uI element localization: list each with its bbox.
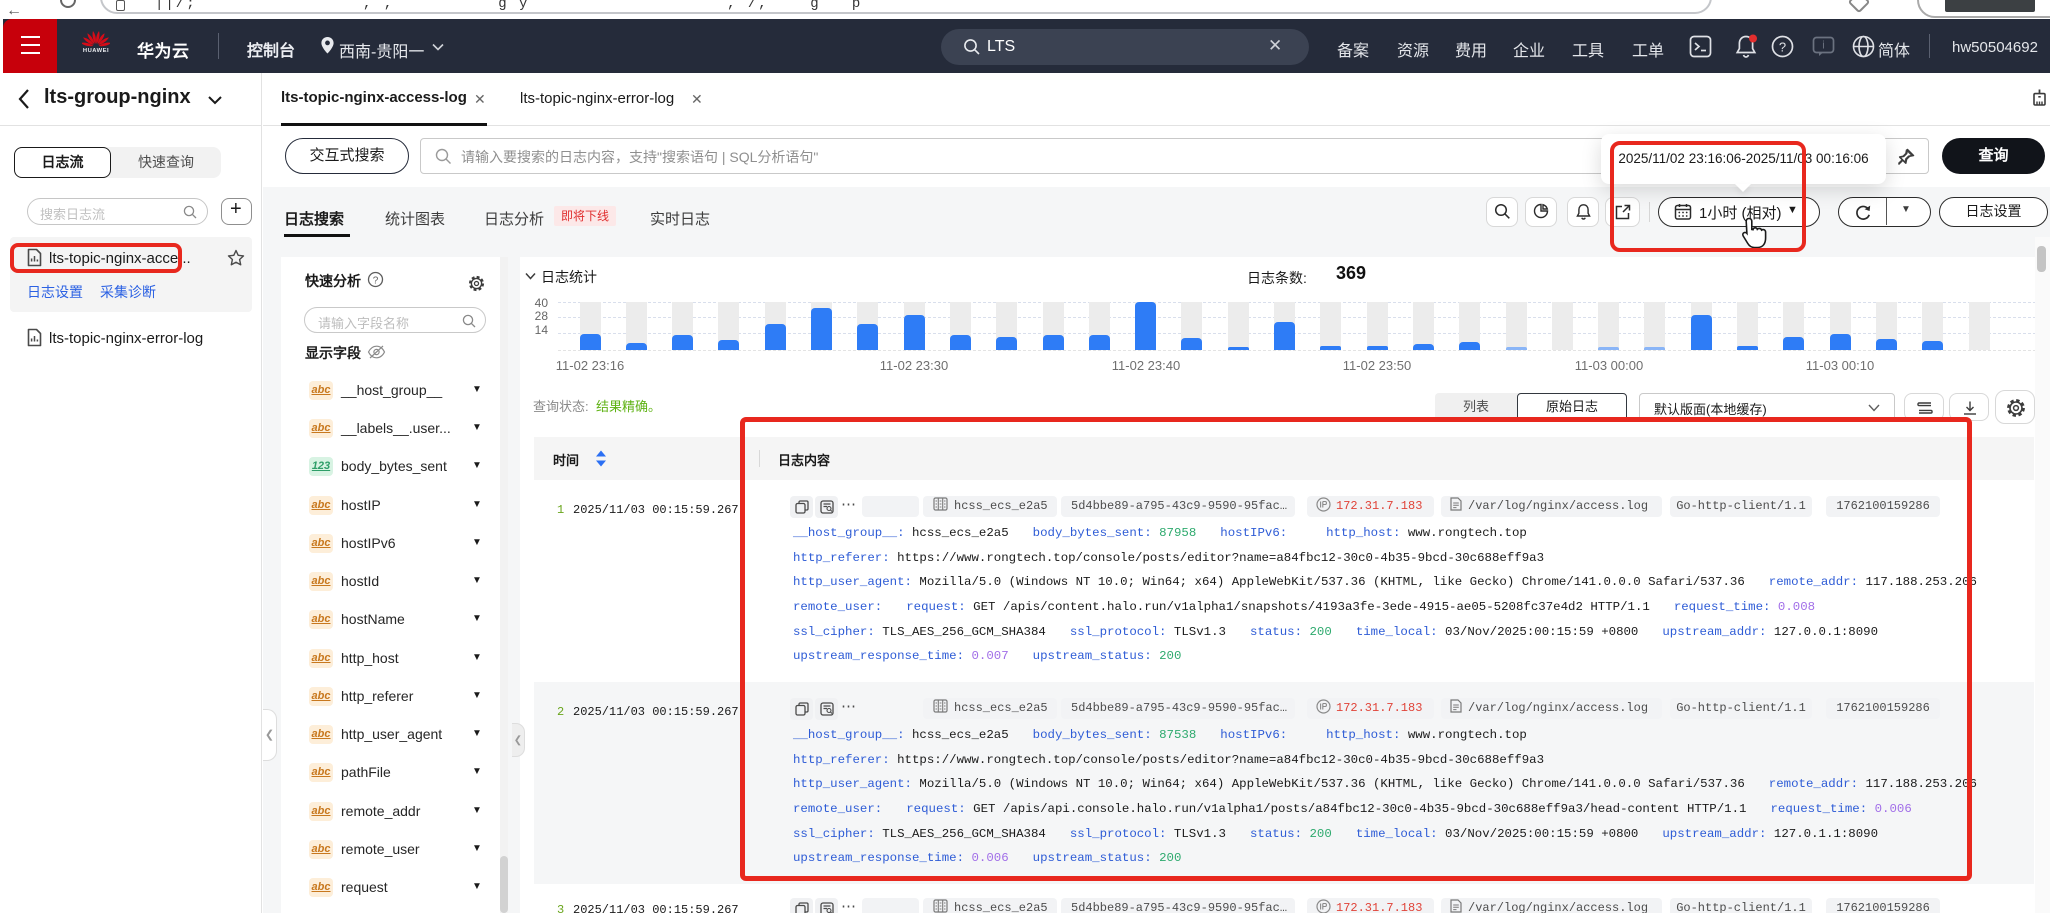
- svg-text:?: ?: [1779, 40, 1786, 55]
- svg-text:?: ?: [373, 276, 379, 287]
- svg-text:HUAWEI: HUAWEI: [83, 48, 109, 53]
- svg-text:i: i: [1822, 40, 1824, 52]
